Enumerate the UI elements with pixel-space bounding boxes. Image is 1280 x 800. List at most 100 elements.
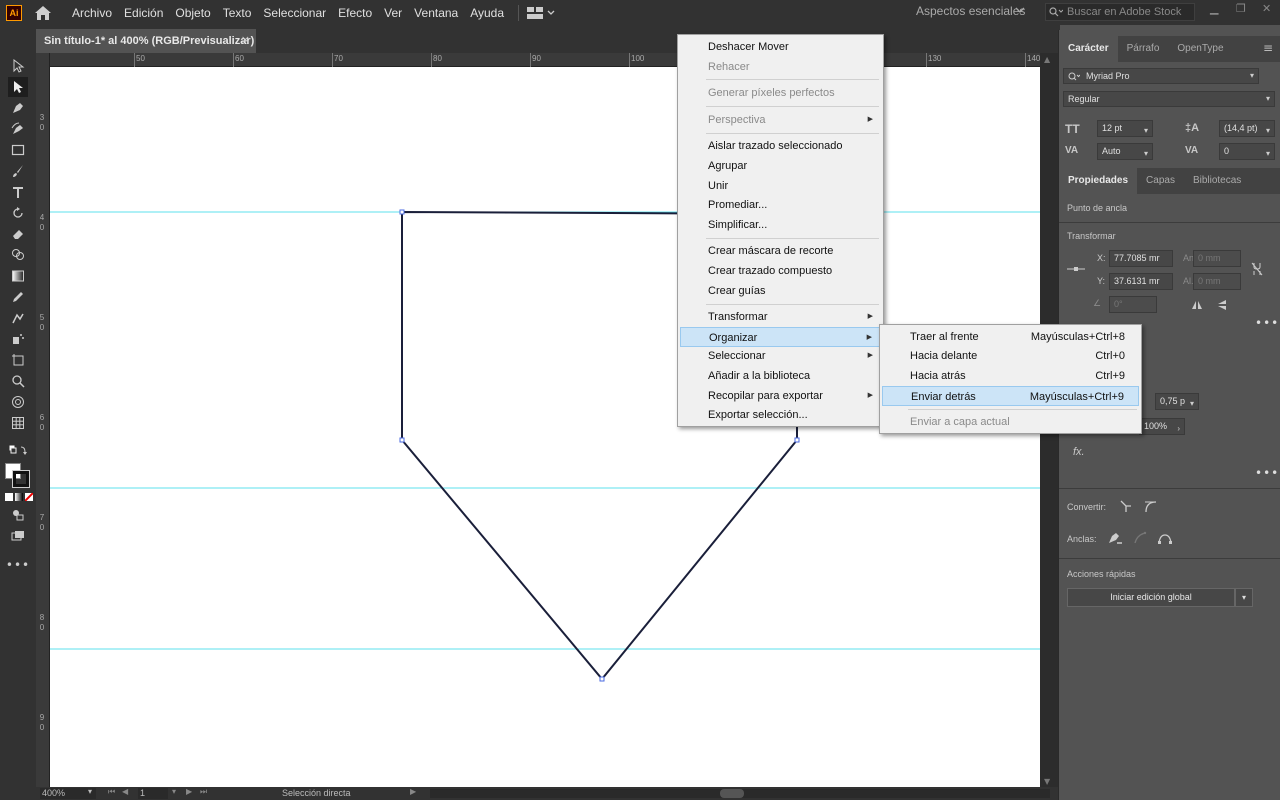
screen-mode-button[interactable]: [8, 526, 28, 546]
rotate-tool[interactable]: [8, 203, 28, 223]
draw-mode-button[interactable]: [8, 505, 28, 525]
menu-item-isolate-path[interactable]: Aislar trazado seleccionado: [680, 136, 881, 156]
remove-anchor-icon[interactable]: [1107, 531, 1123, 545]
menu-item-make-guides[interactable]: Crear guías: [680, 281, 881, 301]
close-icon[interactable]: ✕: [1262, 2, 1271, 15]
scroll-thumb[interactable]: [720, 789, 744, 798]
panel-menu-icon[interactable]: ≡: [1263, 36, 1273, 60]
menu-item-simplify[interactable]: Simplificar...: [680, 215, 881, 235]
home-icon[interactable]: [34, 5, 52, 21]
anchor-point[interactable]: [399, 437, 405, 443]
rectangle-tool[interactable]: [8, 140, 28, 160]
chevron-down-icon[interactable]: ▾: [88, 787, 92, 796]
menu-objeto[interactable]: Objeto: [169, 1, 216, 25]
curvature-tool[interactable]: [8, 119, 28, 139]
symbol-sprayer-tool[interactable]: [8, 329, 28, 349]
menu-item-add-to-library[interactable]: Añadir a la biblioteca: [680, 366, 881, 386]
reference-point-icon[interactable]: [1067, 264, 1085, 274]
menu-item-collect-export[interactable]: Recopilar para exportar ▶: [680, 386, 881, 406]
convert-to-smooth-icon[interactable]: [1143, 499, 1157, 513]
color-mode-icon[interactable]: [5, 493, 13, 501]
more-options-icon[interactable]: •••: [1255, 466, 1279, 480]
next-artboard-icon[interactable]: ▶: [186, 787, 192, 796]
x-position-field[interactable]: 77.7085 mr: [1109, 250, 1173, 267]
artboard-tool[interactable]: [8, 350, 28, 370]
eyedropper-tool[interactable]: [8, 287, 28, 307]
kerning-field[interactable]: Auto ▾: [1097, 143, 1153, 160]
tab-libraries[interactable]: Bibliotecas: [1184, 168, 1250, 194]
tab-layers[interactable]: Capas: [1137, 168, 1184, 194]
menu-item-bring-to-front[interactable]: Traer al frente Mayúsculas+Ctrl+8: [882, 327, 1139, 347]
menu-item-join[interactable]: Unir: [680, 176, 881, 196]
gradient-tool[interactable]: [8, 266, 28, 286]
more-options-icon[interactable]: •••: [1255, 316, 1279, 330]
menu-item-undo-move[interactable]: Deshacer Mover: [680, 37, 881, 57]
font-family-dropdown[interactable]: Myriad Pro ▾: [1063, 68, 1259, 84]
shape-builder-tool[interactable]: [8, 245, 28, 265]
tracking-field[interactable]: 0 ▾: [1219, 143, 1275, 160]
anchor-point[interactable]: [399, 209, 405, 215]
menu-ayuda[interactable]: Ayuda: [464, 1, 510, 25]
graph-tool[interactable]: [8, 413, 28, 433]
menu-efecto[interactable]: Efecto: [332, 1, 378, 25]
previous-artboard-icon[interactable]: ◀: [122, 787, 128, 796]
anchor-point[interactable]: [794, 437, 800, 443]
menu-item-send-to-back[interactable]: Enviar detrás Mayúsculas+Ctrl+9: [882, 386, 1139, 406]
menu-item-export-selection[interactable]: Exportar selección...: [680, 405, 881, 425]
scroll-up-icon[interactable]: ▲: [1044, 55, 1050, 64]
font-style-dropdown[interactable]: Regular ▾: [1063, 91, 1275, 107]
stroke-weight-field[interactable]: 0,75 p ▾: [1155, 393, 1199, 410]
tab-paragraph[interactable]: Párrafo: [1118, 36, 1169, 62]
none-mode-icon[interactable]: [25, 493, 33, 501]
artboard-chevron-icon[interactable]: ▾: [172, 787, 176, 796]
arrange-documents-button[interactable]: [527, 6, 555, 19]
menu-item-transform[interactable]: Transformar ▶: [680, 307, 881, 327]
tab-character[interactable]: Carácter: [1059, 36, 1118, 62]
zoom-tool[interactable]: [8, 371, 28, 391]
y-position-field[interactable]: 37.6131 mr: [1109, 273, 1173, 290]
eraser-tool[interactable]: [8, 224, 28, 244]
type-tool[interactable]: [8, 182, 28, 202]
direct-selection-tool[interactable]: [8, 77, 28, 97]
anchor-point[interactable]: [599, 676, 605, 682]
flip-vertical-icon[interactable]: [1217, 299, 1227, 311]
blend-tool[interactable]: [8, 308, 28, 328]
tab-opentype[interactable]: OpenType: [1168, 36, 1232, 62]
scroll-down-icon[interactable]: ▼: [1044, 777, 1050, 786]
global-edit-options-button[interactable]: ▾: [1235, 588, 1253, 607]
fill-stroke-swatches[interactable]: [5, 463, 31, 489]
paintbrush-tool[interactable]: [8, 161, 28, 181]
menu-item-send-backward[interactable]: Hacia atrás Ctrl+9: [882, 366, 1139, 386]
horizontal-scrollbar[interactable]: [430, 789, 1050, 798]
selection-tool[interactable]: [8, 56, 28, 76]
flip-horizontal-icon[interactable]: [1191, 300, 1203, 310]
gradient-mode-icon[interactable]: [15, 493, 23, 501]
menu-ventana[interactable]: Ventana: [408, 1, 464, 25]
effects-fx-icon[interactable]: fx.: [1073, 446, 1085, 458]
chevron-down-icon[interactable]: [1015, 6, 1025, 14]
minimize-icon[interactable]: ▁: [1210, 2, 1218, 15]
menu-item-average[interactable]: Promediar...: [680, 195, 881, 215]
menu-seleccionar[interactable]: Seleccionar: [257, 1, 332, 25]
menu-texto[interactable]: Texto: [217, 1, 258, 25]
menu-archivo[interactable]: Archivo: [66, 1, 118, 25]
document-tab[interactable]: Sin título-1* al 400% (RGB/Previsualizar…: [36, 29, 256, 53]
first-artboard-icon[interactable]: ⏮: [108, 787, 115, 797]
status-menu-arrow-icon[interactable]: ▶: [410, 787, 416, 796]
close-tab-icon[interactable]: ×: [241, 33, 250, 46]
constrain-proportions-icon[interactable]: [1251, 262, 1263, 276]
connect-anchors-icon[interactable]: [1157, 531, 1173, 545]
workspace-switcher[interactable]: Aspectos esenciales: [916, 4, 1025, 18]
default-colors-button[interactable]: [8, 441, 28, 461]
tab-properties[interactable]: Propiedades: [1059, 168, 1138, 194]
stock-search-input[interactable]: Buscar en Adobe Stock: [1045, 3, 1195, 21]
font-size-field[interactable]: 12 pt ▾: [1097, 120, 1153, 137]
menu-item-compound-path[interactable]: Crear trazado compuesto: [680, 261, 881, 281]
menu-item-clipping-mask[interactable]: Crear máscara de recorte: [680, 241, 881, 261]
opacity-field[interactable]: 100% ›: [1139, 418, 1185, 435]
leading-field[interactable]: (14,4 pt) ▾: [1219, 120, 1275, 137]
edit-toolbar-button[interactable]: •••: [6, 555, 29, 575]
menu-ver[interactable]: Ver: [378, 1, 408, 25]
stroke-swatch[interactable]: [12, 470, 30, 488]
menu-edicion[interactable]: Edición: [118, 1, 169, 25]
